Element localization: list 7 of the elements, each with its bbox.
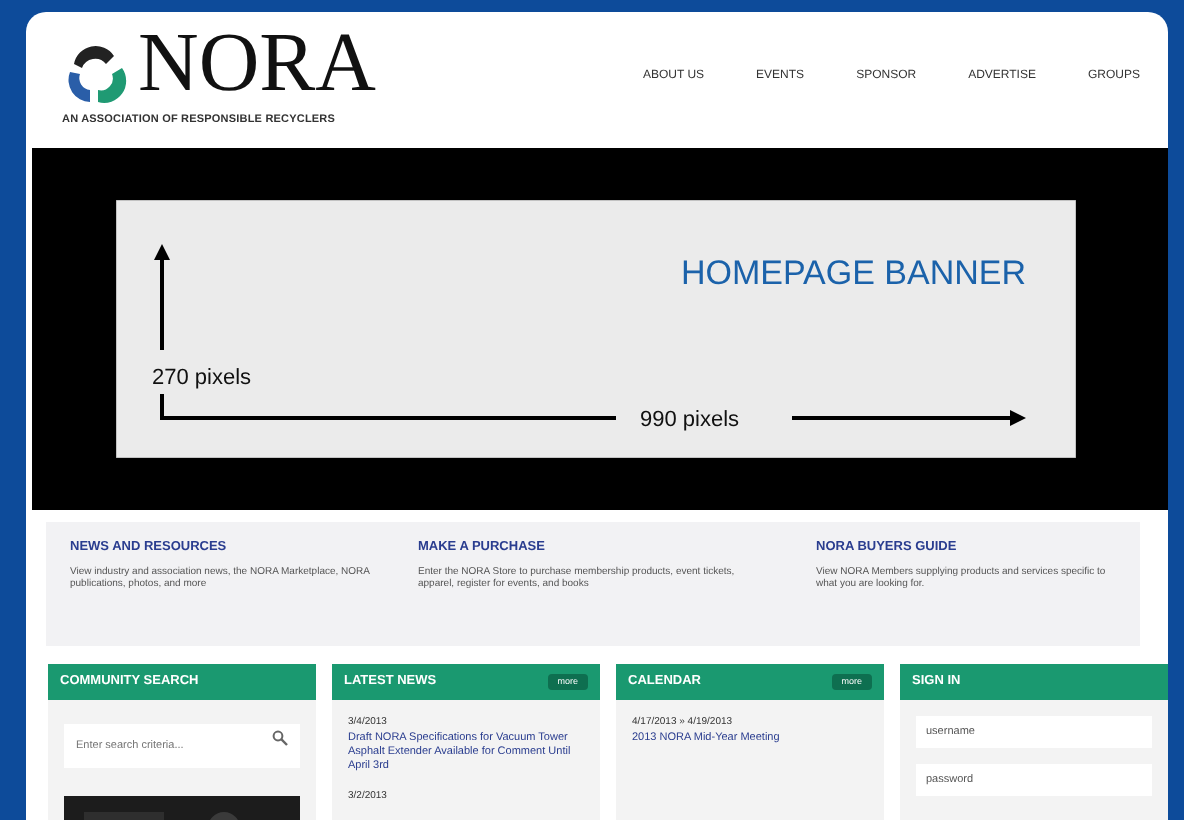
dimension-arrow	[154, 244, 170, 350]
logo-icon	[62, 44, 130, 104]
width-label: 990 pixels	[640, 408, 740, 432]
banner-title: HOMEPAGE BANNER	[680, 254, 1026, 292]
height-label: 270 pixels	[152, 366, 252, 390]
logo-text: NORA	[138, 24, 377, 104]
search-icon	[272, 730, 288, 746]
